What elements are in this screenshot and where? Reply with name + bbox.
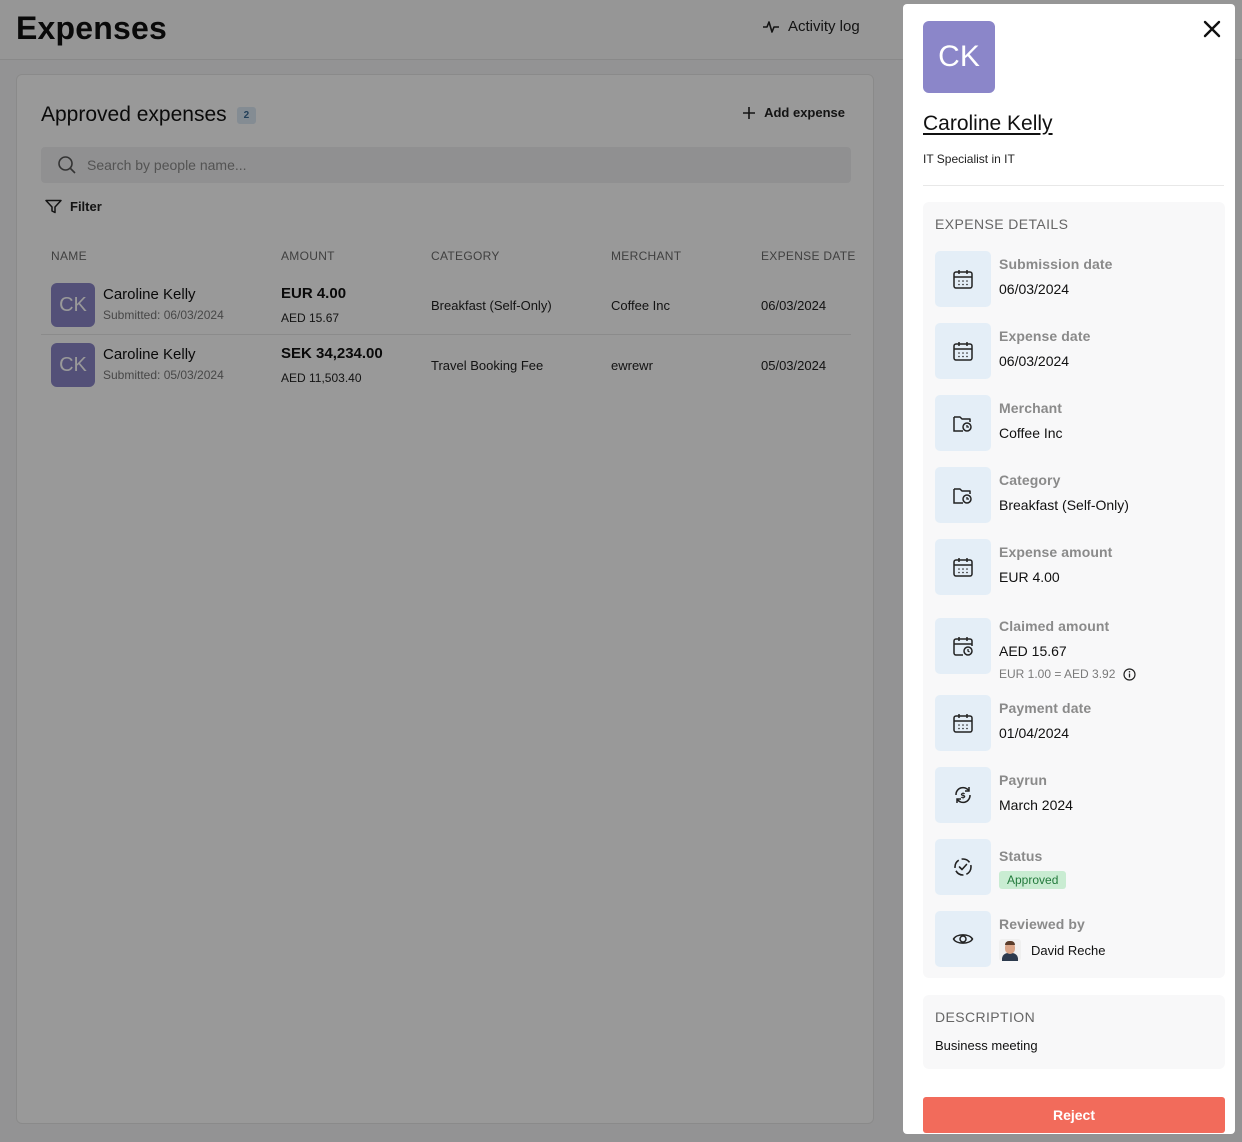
dashed-check-circle-icon <box>935 839 991 895</box>
section-title: DESCRIPTION <box>935 1009 1036 1025</box>
reject-button[interactable]: Reject <box>923 1097 1225 1133</box>
close-icon <box>1203 20 1221 38</box>
detail-label: Claimed amount <box>999 618 1110 634</box>
avatar: CK <box>923 21 995 93</box>
calendar-icon <box>935 695 991 751</box>
detail-label: Payrun <box>999 772 1048 788</box>
detail-value: 06/03/2024 <box>999 281 1070 297</box>
calendar-clock-icon <box>935 618 991 674</box>
detail-label: Expense date <box>999 328 1091 344</box>
detail-label: Expense amount <box>999 544 1113 560</box>
info-icon[interactable] <box>1123 667 1137 681</box>
calendar-icon <box>935 251 991 307</box>
reviewer-avatar <box>999 939 1021 961</box>
detail-value: AED 15.67 <box>999 643 1067 659</box>
person-name-link[interactable]: Caroline Kelly <box>923 112 1053 136</box>
detail-label: Payment date <box>999 700 1092 716</box>
description-text: Business meeting <box>935 1038 1038 1053</box>
reviewer-name: David Reche <box>1031 942 1106 958</box>
eye-icon <box>935 911 991 967</box>
svg-text:$: $ <box>960 791 966 800</box>
expense-details-section: EXPENSE DETAILS Submission date 06/03/20… <box>923 202 1225 978</box>
divider <box>923 185 1224 186</box>
detail-label: Status <box>999 848 1043 864</box>
exchange-rate: EUR 1.00 = AED 3.92 <box>999 667 1137 681</box>
description-section: DESCRIPTION Business meeting <box>923 995 1225 1069</box>
detail-value: March 2024 <box>999 797 1073 813</box>
detail-value: Breakfast (Self-Only) <box>999 497 1129 513</box>
detail-label: Merchant <box>999 400 1063 416</box>
section-title: EXPENSE DETAILS <box>935 216 1069 232</box>
detail-value: 06/03/2024 <box>999 353 1070 369</box>
calendar-icon <box>935 539 991 595</box>
calendar-icon <box>935 323 991 379</box>
detail-value: EUR 4.00 <box>999 569 1060 585</box>
expense-detail-drawer: CK Caroline Kelly IT Specialist in IT EX… <box>903 4 1235 1134</box>
detail-label: Submission date <box>999 256 1113 272</box>
status-badge: Approved <box>999 871 1067 889</box>
folder-search-icon <box>935 467 991 523</box>
close-button[interactable] <box>1199 16 1225 42</box>
detail-label: Reviewed by <box>999 916 1085 932</box>
person-role: IT Specialist in IT <box>923 152 1015 166</box>
detail-label: Category <box>999 472 1061 488</box>
folder-search-icon <box>935 395 991 451</box>
reviewer: David Reche <box>999 939 1105 961</box>
detail-value: Coffee Inc <box>999 425 1063 441</box>
detail-value: 01/04/2024 <box>999 725 1070 741</box>
refresh-dollar-icon: $ <box>935 767 991 823</box>
exchange-rate-text: EUR 1.00 = AED 3.92 <box>999 667 1116 681</box>
